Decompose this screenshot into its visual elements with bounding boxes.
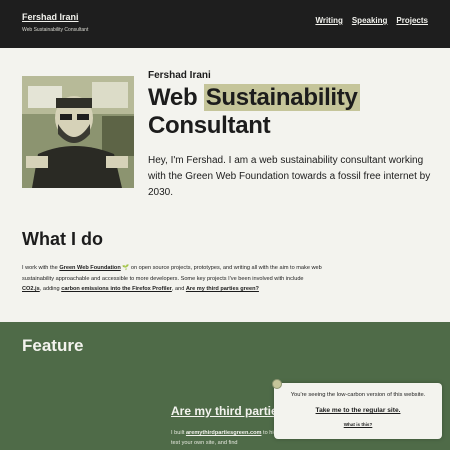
what-i-do-heading: What I do: [22, 229, 103, 249]
what-i-do-text: I work with the Green Web Foundation 🌱 o…: [22, 263, 322, 295]
low-carbon-popup: You're seeing the low-carbon version of …: [272, 379, 442, 439]
regular-site-link[interactable]: Take me to the regular site.: [316, 407, 401, 414]
nav-writing[interactable]: Writing: [315, 16, 342, 25]
hero-name: Fershad Irani: [148, 70, 211, 81]
hero-title-part2: Consultant: [148, 112, 271, 139]
site-header: Fershad Irani Web Sustainability Consult…: [0, 0, 450, 48]
nav-projects[interactable]: Projects: [396, 16, 428, 25]
site-name-link[interactable]: Fershad Irani: [22, 12, 79, 22]
portrait-image: [22, 76, 134, 188]
popup-message: You're seeing the low-carbon version of …: [290, 392, 426, 398]
feature-site-link[interactable]: aremythirdpartiesgreen.com: [186, 430, 262, 436]
nav-speaking[interactable]: Speaking: [352, 16, 388, 25]
leaf-icon: [272, 379, 282, 389]
feature-text-1: I built: [171, 430, 186, 436]
third-parties-link[interactable]: Are my third parties green?: [186, 286, 259, 292]
what-i-do-text-4: , and: [171, 286, 186, 292]
portrait-illustration: [22, 76, 134, 188]
site-tagline: Web Sustainability Consultant: [22, 27, 89, 33]
what-i-do-text-3: , adding: [39, 286, 62, 292]
main-nav: Writing Speaking Projects: [315, 16, 428, 25]
what-i-do-text-1: I work with the: [22, 265, 60, 271]
co2js-link[interactable]: CO2.js: [22, 286, 40, 292]
firefox-profiler-link[interactable]: carbon emissions into the Firefox Profil…: [61, 286, 172, 292]
what-is-this-link[interactable]: What is this?: [274, 422, 442, 427]
hero-title-highlight: Sustainability: [203, 84, 360, 111]
feature-heading: Feature: [22, 336, 84, 355]
hero-bio: Hey, I'm Fershad. I am a web sustainabil…: [148, 155, 431, 198]
hero-title: Web Sustainability Consultant: [148, 84, 418, 140]
hero-title-part1: Web: [148, 84, 198, 111]
green-web-foundation-link[interactable]: Green Web Foundation: [59, 265, 120, 271]
